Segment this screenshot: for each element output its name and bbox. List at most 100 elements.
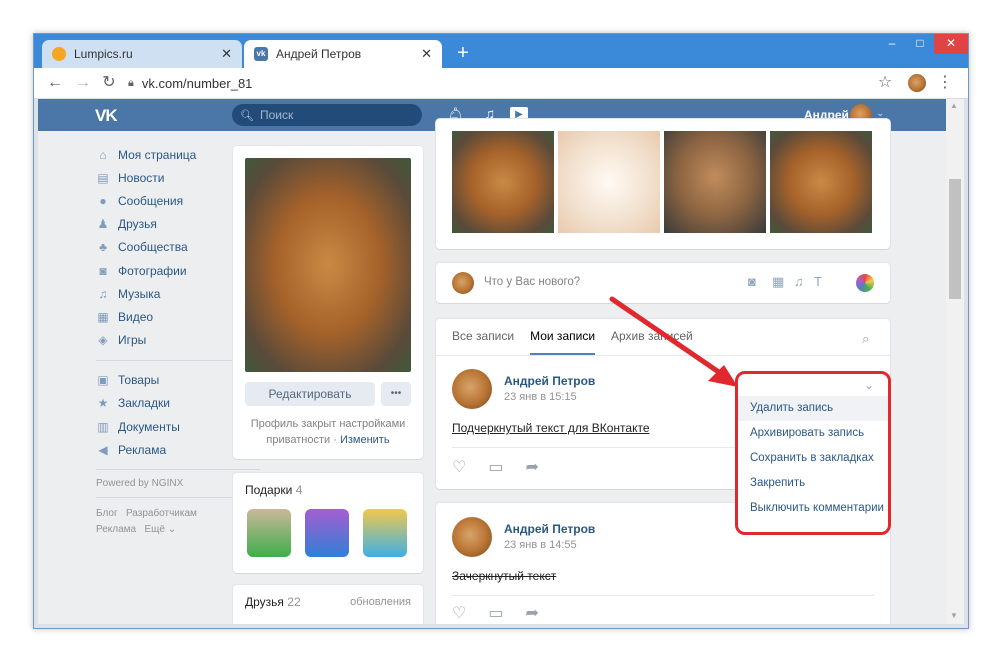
footer-link-developers[interactable]: Разработчикам <box>126 508 197 519</box>
friends-header[interactable]: Друзья 22 <box>245 595 301 609</box>
new-tab-button[interactable]: + <box>452 42 474 64</box>
bookmark-star-icon[interactable]: ☆ <box>876 74 894 92</box>
composer-input[interactable]: Что у Вас нового? <box>484 276 580 288</box>
close-tab-icon[interactable]: ✕ <box>421 46 432 62</box>
close-tab-icon[interactable]: ✕ <box>221 46 232 62</box>
gift-monster-icon[interactable] <box>305 509 349 557</box>
wall-search-icon[interactable]: ⌕ <box>862 331 869 347</box>
minimize-button[interactable]: – <box>878 34 906 54</box>
photos-card <box>436 119 890 249</box>
tab-my-posts[interactable]: Мои записи <box>530 329 596 355</box>
gift-cat-icon[interactable] <box>247 509 291 557</box>
games-icon: ◈ <box>98 333 108 348</box>
photo-thumb[interactable] <box>664 131 766 233</box>
maximize-button[interactable]: □ <box>906 34 934 54</box>
profile-photo[interactable] <box>245 158 411 372</box>
communities-icon: ♣ <box>99 240 107 255</box>
dropdown-item[interactable]: Архивировать запись <box>738 421 888 446</box>
tab-title: Андрей Петров <box>276 47 362 61</box>
lumpics-favicon-icon <box>52 47 66 61</box>
share-icon[interactable]: ➦ <box>525 457 538 477</box>
annotation-arrow <box>609 296 738 387</box>
footer-link-more[interactable]: Ещё ⌄ <box>144 524 176 535</box>
post-date[interactable]: 23 янв в 15:15 <box>504 391 577 403</box>
post-author-avatar[interactable] <box>452 369 492 409</box>
photo-thumb[interactable] <box>452 131 554 233</box>
dropdown-item[interactable]: Выключить комментарии <box>738 496 888 521</box>
goods-icon: ▣ <box>97 373 109 388</box>
photo-thumb[interactable] <box>770 131 872 233</box>
page-scrollbar[interactable]: ▲ ▼ <box>946 99 964 624</box>
edit-profile-button[interactable]: Редактировать <box>245 382 375 406</box>
dropdown-item[interactable]: Закрепить <box>738 471 888 496</box>
gifts-card: Подарки 4 <box>233 473 423 573</box>
gifts-title: Подарки <box>245 483 293 497</box>
search-input[interactable]: 🔍︎ Поиск <box>232 104 422 126</box>
back-icon[interactable]: ← <box>46 74 64 92</box>
messages-icon: ● <box>99 193 107 208</box>
news-icon: ▤ <box>97 170 109 185</box>
post-text: Зачеркнутый текст <box>452 569 557 583</box>
scroll-up-icon[interactable]: ▲ <box>950 101 958 110</box>
sidebar-item-label: Друзья <box>118 217 157 232</box>
comment-icon[interactable]: ▭ <box>488 603 503 623</box>
friends-updates-link[interactable]: обновления <box>350 596 411 608</box>
video-icon[interactable]: ▦ <box>772 274 784 290</box>
tab-bar: Lumpics.ru ✕ vk Андрей Петров ✕ + – □ ✕ <box>34 34 968 68</box>
dropdown-chevron-icon[interactable]: ⌄ <box>738 374 888 396</box>
dropdown-item[interactable]: Сохранить в закладках <box>738 446 888 471</box>
footer-link-blog[interactable]: Блог <box>96 508 118 519</box>
art-palette-icon[interactable] <box>856 274 874 292</box>
like-icon[interactable]: ♡ <box>452 603 466 623</box>
url-text: vk.com/number_81 <box>141 75 253 91</box>
tab-title: Lumpics.ru <box>74 47 133 61</box>
post-author-avatar[interactable] <box>452 517 492 557</box>
music-icon: ♫ <box>98 286 108 301</box>
scroll-down-icon[interactable]: ▼ <box>950 611 958 620</box>
post-date[interactable]: 23 янв в 14:55 <box>504 539 577 551</box>
close-window-button[interactable]: ✕ <box>934 34 968 54</box>
photos-icon: ◙ <box>99 263 107 278</box>
tab-lumpics[interactable]: Lumpics.ru ✕ <box>42 40 242 68</box>
post-actions-dropdown: ⌄ Удалить запись Архивировать запись Сохра… <box>735 371 891 535</box>
photo-thumb[interactable] <box>558 131 660 233</box>
share-icon[interactable]: ➦ <box>525 603 538 623</box>
like-icon[interactable]: ♡ <box>452 457 466 477</box>
home-icon: ⌂ <box>99 147 107 162</box>
profile-avatar-icon[interactable] <box>908 74 926 92</box>
post-actions: ♡ ▭ ➦ <box>452 603 539 623</box>
friends-title: Друзья <box>245 595 284 609</box>
comment-icon[interactable]: ▭ <box>488 457 503 477</box>
text-format-icon[interactable]: T <box>814 274 822 289</box>
menu-dots-icon[interactable]: ⋮ <box>936 74 954 92</box>
post-author[interactable]: Андрей Петров <box>504 522 595 536</box>
composer-avatar <box>452 272 474 294</box>
dropdown-item[interactable]: Удалить запись <box>738 396 888 421</box>
post-author[interactable]: Андрей Петров <box>504 374 595 388</box>
post-actions: ♡ ▭ ➦ <box>452 457 539 477</box>
privacy-note: Профиль закрыт настройками приватности ·… <box>245 416 411 448</box>
gift-box-icon[interactable] <box>363 509 407 557</box>
post-divider <box>452 595 874 596</box>
tab-vk-profile[interactable]: vk Андрей Петров ✕ <box>244 40 442 68</box>
music-icon[interactable]: ♫ <box>794 274 804 289</box>
gifts-header[interactable]: Подарки 4 <box>245 483 302 497</box>
camera-icon[interactable]: ◙ <box>748 274 756 289</box>
scrollbar-thumb[interactable] <box>949 179 961 299</box>
profile-more-button[interactable]: ••• <box>381 382 411 406</box>
vk-logo[interactable]: VK <box>95 106 125 125</box>
forward-icon[interactable]: → <box>74 74 92 92</box>
footer-link-ads[interactable]: Реклама <box>96 524 136 535</box>
tab-all-posts[interactable]: Все записи <box>452 329 514 355</box>
menu-divider <box>96 469 260 471</box>
vk-favicon-icon: vk <box>254 47 268 61</box>
address-bar[interactable]: 🔒︎ vk.com/number_81 <box>128 71 888 95</box>
chevron-down-icon[interactable]: ⌄ <box>876 108 884 119</box>
reload-icon[interactable]: ↻ <box>100 74 118 92</box>
friends-count: 22 <box>287 595 301 609</box>
sidebar-item-label: Игры <box>118 333 147 348</box>
sidebar-item-label: Сообщения <box>118 193 184 208</box>
lock-icon: 🔒︎ <box>128 76 134 89</box>
privacy-change-link[interactable]: Изменить <box>340 434 390 446</box>
profile-card: Редактировать ••• Профиль закрыт настрой… <box>233 146 423 459</box>
